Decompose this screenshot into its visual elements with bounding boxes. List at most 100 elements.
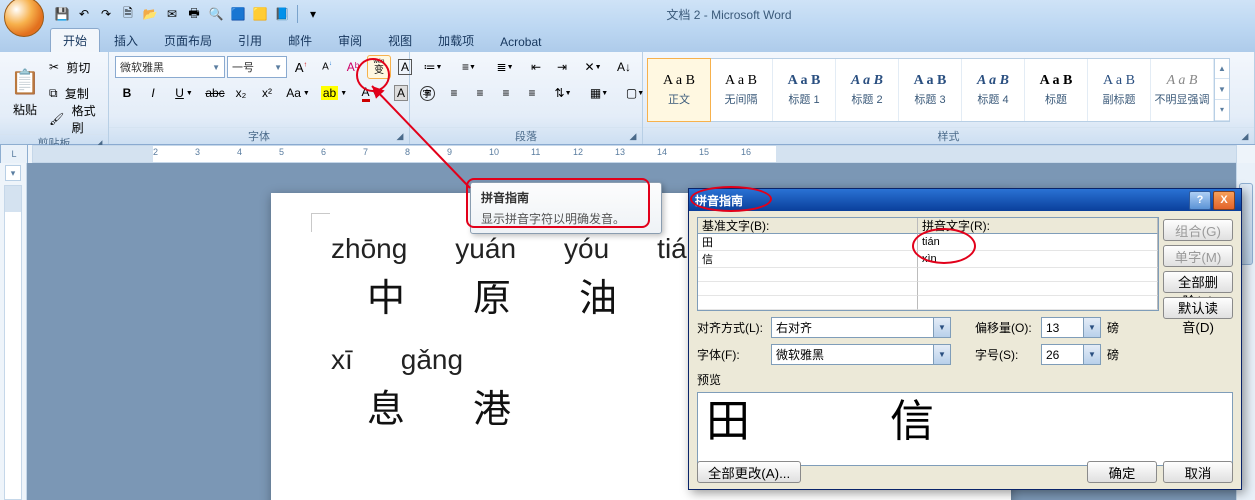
preview-char: 信 bbox=[890, 392, 934, 449]
grid-base-cell[interactable] bbox=[698, 296, 918, 310]
vertical-ruler[interactable] bbox=[4, 185, 22, 500]
single-button[interactable]: 单字(M) bbox=[1163, 245, 1233, 267]
style-item[interactable]: A a B不明显强调 bbox=[1151, 59, 1214, 121]
qat-region1[interactable]: 🟦 bbox=[228, 4, 248, 24]
ruler-toggle[interactable]: ▾ bbox=[5, 165, 21, 181]
tab-layout[interactable]: 页面布局 bbox=[152, 29, 224, 52]
shading-button[interactable]: ▦▼ bbox=[582, 81, 616, 105]
font-color-button[interactable]: A▼ bbox=[353, 81, 387, 105]
asian-layout-button[interactable]: ✕▼ bbox=[576, 55, 610, 79]
align-center-button[interactable]: ≡ bbox=[442, 81, 466, 105]
qat-region2[interactable]: 🟨 bbox=[250, 4, 270, 24]
default-reading-button[interactable]: 默认读音(D) bbox=[1163, 297, 1233, 319]
style-item[interactable]: A a B标题 2 bbox=[836, 59, 899, 121]
qat-undo[interactable]: ↶ bbox=[74, 4, 94, 24]
bullets-button[interactable]: ≔▼ bbox=[416, 55, 450, 79]
font-name-combo[interactable]: 微软雅黑▼ bbox=[115, 56, 225, 78]
tab-acrobat[interactable]: Acrobat bbox=[488, 32, 553, 52]
underline-button[interactable]: U▼ bbox=[167, 81, 201, 105]
shrink-font-button[interactable]: A↓ bbox=[315, 55, 339, 79]
font-size-combo[interactable]: 一号▼ bbox=[227, 56, 287, 78]
tab-references[interactable]: 引用 bbox=[226, 29, 274, 52]
cut-button[interactable]: ✂ 剪切 bbox=[48, 55, 102, 79]
qat-mail[interactable]: ✉ bbox=[162, 4, 182, 24]
line-spacing-button[interactable]: ⇅▼ bbox=[546, 81, 580, 105]
grid-base-cell[interactable] bbox=[698, 282, 918, 296]
increase-indent-button[interactable]: ⇥ bbox=[550, 55, 574, 79]
grid-ruby-cell[interactable] bbox=[918, 282, 1158, 296]
numbering-button[interactable]: ≡▼ bbox=[452, 55, 486, 79]
qat-save[interactable]: 💾 bbox=[52, 4, 72, 24]
change-all-button[interactable]: 全部更改(A)... bbox=[697, 461, 801, 483]
qat-print[interactable]: 🖶 bbox=[184, 4, 204, 24]
clear-all-button[interactable]: 全部删除(V) bbox=[1163, 271, 1233, 293]
font-dialog-launcher[interactable]: ◢ bbox=[393, 129, 407, 143]
grid-base-cell[interactable]: 田 bbox=[698, 234, 918, 251]
align-right-button[interactable]: ≡ bbox=[468, 81, 492, 105]
grid-ruby-cell[interactable] bbox=[918, 296, 1158, 310]
style-label: 副标题 bbox=[1103, 91, 1136, 107]
phonetic-guide-button[interactable]: 变wén bbox=[367, 55, 391, 79]
style-item[interactable]: A a B标题 bbox=[1025, 59, 1088, 121]
styles-dialog-launcher[interactable]: ◢ bbox=[1238, 129, 1252, 143]
grid-ruby-cell[interactable]: tián bbox=[918, 234, 1158, 251]
paste-button[interactable]: 📋 粘贴 bbox=[6, 58, 44, 128]
align-combo[interactable]: 右对齐▼ bbox=[771, 317, 951, 338]
bold-button[interactable]: B bbox=[115, 81, 139, 105]
multilevel-button[interactable]: ≣▼ bbox=[488, 55, 522, 79]
distribute-button[interactable]: ≡ bbox=[520, 81, 544, 105]
qat-book[interactable]: 📘 bbox=[272, 4, 292, 24]
tab-view[interactable]: 视图 bbox=[376, 29, 424, 52]
grow-font-button[interactable]: A↑ bbox=[289, 55, 313, 79]
styles-gallery[interactable]: A a B正文A a B无间隔A a B标题 1A a B标题 2A a B标题… bbox=[647, 58, 1230, 122]
font-combo[interactable]: 微软雅黑▼ bbox=[771, 344, 951, 365]
italic-button[interactable]: I bbox=[141, 81, 165, 105]
style-item[interactable]: A a B标题 3 bbox=[899, 59, 962, 121]
tab-mailings[interactable]: 邮件 bbox=[276, 29, 324, 52]
subscript-button[interactable]: x₂ bbox=[229, 81, 253, 105]
decrease-indent-button[interactable]: ⇤ bbox=[524, 55, 548, 79]
strikethrough-button[interactable]: abc bbox=[203, 81, 227, 105]
tab-review[interactable]: 审阅 bbox=[326, 29, 374, 52]
sort-button[interactable]: A↓ bbox=[612, 55, 636, 79]
gallery-up[interactable]: ▲ bbox=[1215, 59, 1229, 80]
grid-base-cell[interactable]: 信 bbox=[698, 251, 918, 268]
fsize-combo[interactable]: 26▼ bbox=[1041, 344, 1101, 365]
tab-addins[interactable]: 加载项 bbox=[426, 29, 486, 52]
justify-button[interactable]: ≡ bbox=[494, 81, 518, 105]
qat-new[interactable]: 🗎 bbox=[118, 4, 138, 24]
tab-insert[interactable]: 插入 bbox=[102, 29, 150, 52]
style-item[interactable]: A a B标题 4 bbox=[962, 59, 1025, 121]
group-button[interactable]: 组合(G) bbox=[1163, 219, 1233, 241]
grid-base-cell[interactable] bbox=[698, 268, 918, 282]
gallery-scroll[interactable]: ▲▼▾ bbox=[1214, 59, 1229, 121]
dialog-help-button[interactable]: ? bbox=[1189, 191, 1211, 210]
strike-icon: abc bbox=[205, 86, 224, 100]
gallery-down[interactable]: ▼ bbox=[1215, 79, 1229, 100]
tab-home[interactable]: 开始 bbox=[50, 28, 100, 52]
dialog-close-button[interactable]: X bbox=[1213, 191, 1235, 210]
paragraph-dialog-launcher[interactable]: ◢ bbox=[626, 129, 640, 143]
horizontal-ruler[interactable]: 2345678910111213141516 bbox=[32, 145, 1237, 163]
qat-customize[interactable]: ▾ bbox=[303, 4, 323, 24]
grid-ruby-cell[interactable] bbox=[918, 268, 1158, 282]
change-case-button[interactable]: Aa▼ bbox=[281, 81, 315, 105]
cancel-button[interactable]: 取消 bbox=[1163, 461, 1233, 483]
ok-button[interactable]: 确定 bbox=[1087, 461, 1157, 483]
align-left-button[interactable]: ≡ bbox=[416, 81, 440, 105]
superscript-button[interactable]: x² bbox=[255, 81, 279, 105]
style-item[interactable]: A a B标题 1 bbox=[773, 59, 836, 121]
format-painter-button[interactable]: 🖌 格式刷 bbox=[48, 107, 102, 131]
qat-preview[interactable]: 🔍 bbox=[206, 4, 226, 24]
style-item[interactable]: A a B无间隔 bbox=[710, 59, 773, 121]
style-item[interactable]: A a B正文 bbox=[647, 58, 711, 122]
style-item[interactable]: A a B副标题 bbox=[1088, 59, 1151, 121]
grid-ruby-cell[interactable]: xìn bbox=[918, 251, 1158, 268]
dialog-titlebar[interactable]: 拼音指南 ? X bbox=[689, 189, 1241, 211]
offset-spinner[interactable]: 13▼ bbox=[1041, 317, 1101, 338]
qat-open[interactable]: 📂 bbox=[140, 4, 160, 24]
gallery-more[interactable]: ▾ bbox=[1215, 100, 1229, 121]
highlight-button[interactable]: ab▼ bbox=[317, 81, 351, 105]
qat-redo[interactable]: ↷ bbox=[96, 4, 116, 24]
clear-format-button[interactable]: Aᵇ bbox=[341, 55, 365, 79]
